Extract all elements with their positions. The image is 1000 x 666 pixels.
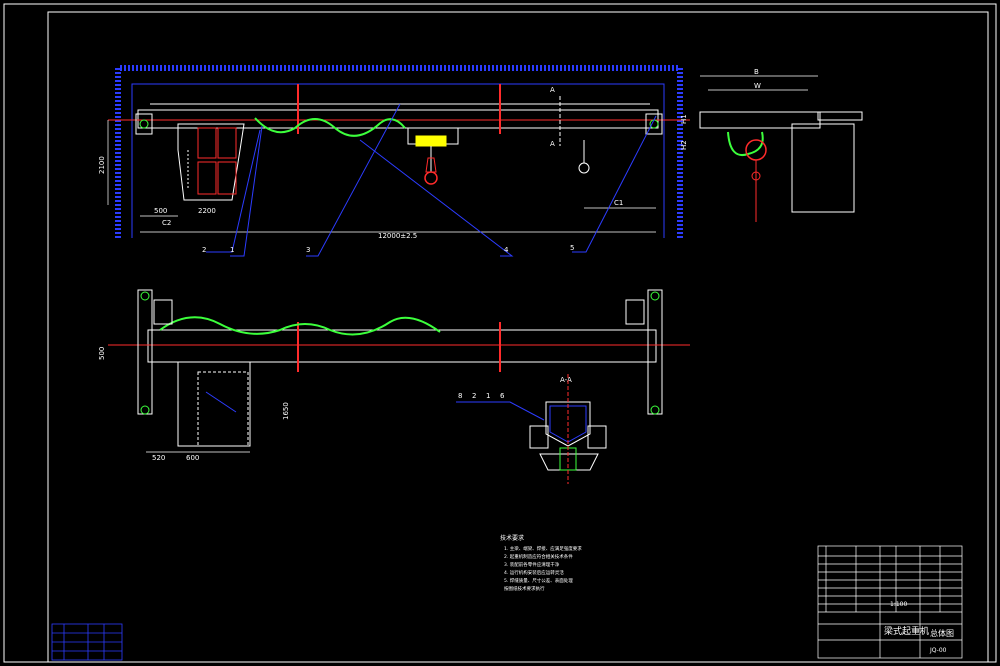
- section-view-label: A-A: [560, 376, 572, 384]
- note-line-3: 3. 装配前各零件应清理干净: [504, 561, 560, 568]
- side-platform: [817, 111, 863, 121]
- height-dimension: 2100: [98, 156, 106, 174]
- side-girder: [699, 111, 821, 129]
- festoon-cable: [254, 117, 406, 137]
- dim-500-top: 500: [154, 207, 167, 215]
- dim-520: 520: [152, 454, 165, 462]
- plan-operator-cab: [177, 361, 251, 447]
- dim-h1: H1: [680, 114, 688, 124]
- part-number-f3: 3: [306, 246, 310, 254]
- plan-wheel-rt: [650, 291, 660, 301]
- note-line-2: 2. 起重机制造应符合相关技术条件: [504, 553, 573, 560]
- part-number-f5: 5: [570, 244, 574, 252]
- plan-wheel-rb: [650, 405, 660, 415]
- dim-w: W: [754, 82, 761, 90]
- section-flange-left: [529, 425, 549, 449]
- section-trolley: [539, 453, 599, 471]
- dim-h2: H2: [680, 140, 688, 150]
- note-line-5: 5. 焊缝质量、尺寸公差、表面处理: [504, 577, 573, 584]
- plan-end-carriage-left: [137, 289, 153, 415]
- revision-table: [51, 623, 123, 661]
- drawing-number: JQ-00: [929, 647, 947, 654]
- leader-lines-section: [456, 401, 545, 421]
- leader-lines-front: [206, 103, 657, 257]
- plan-girder: [147, 329, 657, 363]
- plan-festoon-cable: [159, 316, 441, 336]
- section-flange-right: [587, 425, 607, 449]
- part-number-s3: 1: [486, 392, 490, 400]
- cad-drawing-sheet: A A 12000±2.5 2100 500 2200 C2 C1 H1 H2 …: [3, 3, 997, 663]
- plan-wheel-lb: [140, 405, 150, 415]
- technical-notes: 技术要求 1. 主梁、端梁、焊接、应满足强度要求 2. 起重机制造应符合相关技术…: [500, 534, 582, 592]
- dim-c1: C1: [614, 199, 623, 207]
- front-elevation-view: A A 12000±2.5 2100 500 2200 C2 C1 H1 H2 …: [98, 65, 690, 257]
- note-line-1: 1. 主梁、端梁、焊接、应满足强度要求: [504, 545, 582, 552]
- main-girder: [137, 109, 659, 129]
- title-block: 梁式起重机 总体图 1:100 JQ-00: [817, 545, 963, 659]
- side-cable-loop: [727, 131, 764, 156]
- part-number-f1: 2: [202, 246, 206, 254]
- part-number-f2: 1: [230, 246, 234, 254]
- electric-hoist: [407, 127, 459, 185]
- dim-b: B: [754, 68, 759, 76]
- dim-1650: 1650: [282, 402, 290, 420]
- part-number-s1: 8: [458, 392, 462, 400]
- section-label-a2: A: [550, 140, 555, 148]
- dim-c2: C2: [162, 219, 171, 227]
- drawing-title: 梁式起重机: [884, 625, 929, 637]
- dim-500-side: 500: [98, 347, 106, 360]
- plan-view: 500 1650 520 600: [98, 289, 690, 462]
- side-elevation-view: B W: [699, 68, 863, 222]
- sheet-name: 总体图: [930, 628, 954, 638]
- side-cab: [791, 123, 855, 213]
- section-a-a-view: A-A 8 2 1 6: [456, 374, 607, 484]
- note-line-4: 4. 运行机构安装后应运转灵活: [504, 569, 564, 576]
- part-number-f4: 4: [504, 246, 509, 254]
- wheel-left: [139, 119, 149, 129]
- section-label-a1: A: [550, 86, 555, 94]
- part-number-s4: 6: [500, 392, 505, 400]
- operator-cab: [177, 123, 245, 201]
- plan-motor-right: [625, 299, 645, 325]
- wheel-right: [649, 119, 659, 129]
- dim-2200: 2200: [198, 207, 216, 215]
- plan-end-carriage-right: [647, 289, 663, 415]
- plan-wheel-lt: [140, 291, 150, 301]
- note-line-6: 按图纸技术要求执行: [504, 585, 545, 592]
- span-dimension: 12000±2.5: [378, 232, 417, 240]
- part-number-s2: 2: [472, 392, 476, 400]
- plan-motor-left: [153, 299, 173, 325]
- dim-600: 600: [186, 454, 199, 462]
- auxiliary-hook: [578, 162, 590, 174]
- drawing-scale: 1:100: [890, 601, 907, 608]
- notes-title: 技术要求: [500, 534, 524, 542]
